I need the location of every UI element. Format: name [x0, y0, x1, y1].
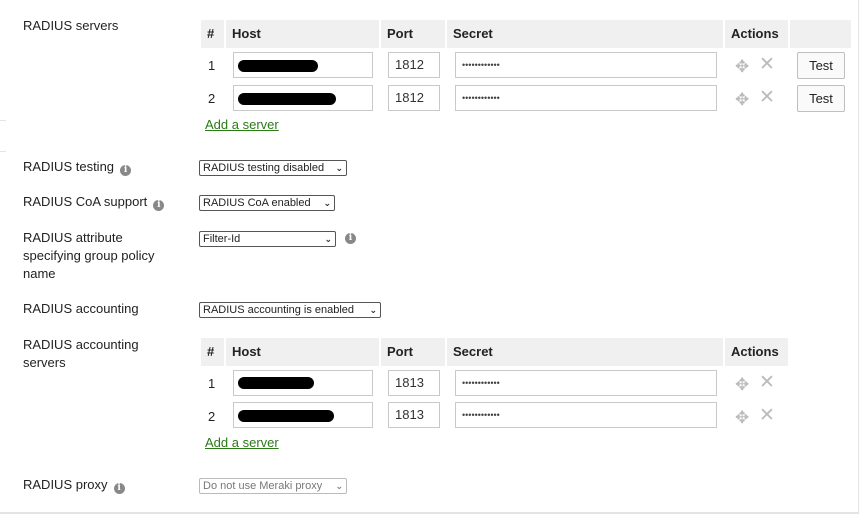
secret-input[interactable]: •••••••••••• [455, 402, 717, 428]
chevron-down-icon: ⌄ [324, 234, 332, 244]
radius-testing-select[interactable]: RADIUS testing disabled ⌄ [199, 160, 347, 176]
chevron-down-icon: ⌄ [335, 481, 343, 491]
move-icon[interactable]: ✥ [735, 91, 749, 108]
radius-attribute-label: RADIUS attribute specifying group policy… [23, 230, 155, 281]
host-input[interactable] [233, 370, 373, 396]
radius-accounting-select[interactable]: RADIUS accounting is enabled ⌄ [199, 302, 381, 318]
radius-coa-label: RADIUS CoA support i [23, 193, 183, 211]
col-secret-header: Secret [447, 20, 723, 48]
radius-proxy-text: RADIUS proxy [23, 477, 108, 492]
col-actions-header: Actions [725, 338, 788, 366]
radius-coa-text: RADIUS CoA support [23, 194, 148, 209]
close-icon[interactable]: ✕ [759, 373, 775, 392]
col-actions-header: Actions [725, 20, 788, 48]
secret-input[interactable]: •••••••••••• [455, 52, 717, 78]
radius-coa-value: RADIUS CoA enabled [203, 197, 311, 209]
secret-input[interactable]: •••••••••••• [455, 85, 717, 111]
row-number: 2 [208, 91, 216, 106]
radius-testing-text: RADIUS testing [23, 159, 115, 174]
port-input[interactable]: 1813 [388, 370, 440, 396]
accounting-servers-label: RADIUS accounting servers [23, 337, 139, 370]
host-input[interactable] [233, 52, 373, 78]
col-number-header: # [201, 20, 224, 48]
redacted-host [238, 60, 318, 72]
radius-proxy-label: RADIUS proxy i [23, 476, 183, 494]
row-number: 1 [208, 376, 216, 391]
redacted-host [238, 410, 334, 422]
info-icon[interactable]: i [345, 233, 356, 244]
test-button[interactable]: Test [797, 52, 845, 79]
col-port-header: Port [381, 20, 445, 48]
col-number-header: # [201, 338, 224, 366]
chevron-down-icon: ⌄ [335, 163, 343, 173]
radius-testing-value: RADIUS testing disabled [203, 162, 325, 174]
test-button[interactable]: Test [797, 85, 845, 112]
radius-attribute-select[interactable]: Filter-Id ⌄ [199, 231, 336, 247]
chevron-down-icon: ⌄ [323, 198, 331, 208]
col-test-header [790, 20, 851, 48]
radius-accounting-value: RADIUS accounting is enabled [203, 304, 355, 316]
close-icon[interactable]: ✕ [759, 55, 775, 74]
host-input[interactable] [233, 402, 373, 428]
host-input[interactable] [233, 85, 373, 111]
row-number: 2 [208, 409, 216, 424]
row-number: 1 [208, 58, 216, 73]
radius-accounting-label: RADIUS accounting [23, 301, 139, 316]
add-server-link[interactable]: Add a server [205, 435, 279, 450]
move-icon[interactable]: ✥ [735, 58, 749, 75]
port-input[interactable]: 1813 [388, 402, 440, 428]
radius-proxy-value: Do not use Meraki proxy [203, 480, 323, 492]
redacted-host [238, 93, 336, 105]
secret-input[interactable]: •••••••••••• [455, 370, 717, 396]
port-input[interactable]: 1812 [388, 52, 440, 78]
col-host-header: Host [226, 20, 379, 48]
move-icon[interactable]: ✥ [735, 376, 749, 393]
radius-coa-select[interactable]: RADIUS CoA enabled ⌄ [199, 195, 335, 211]
radius-testing-label: RADIUS testing i [23, 158, 183, 176]
info-icon[interactable]: i [153, 200, 165, 211]
col-secret-header: Secret [447, 338, 723, 366]
col-host-header: Host [226, 338, 379, 366]
radius-attribute-value: Filter-Id [203, 233, 241, 245]
close-icon[interactable]: ✕ [759, 406, 775, 425]
radius-proxy-select[interactable]: Do not use Meraki proxy ⌄ [199, 478, 347, 494]
move-icon[interactable]: ✥ [735, 409, 749, 426]
col-port-header: Port [381, 338, 445, 366]
info-icon[interactable]: i [113, 483, 125, 494]
redacted-host [238, 377, 314, 389]
add-server-link[interactable]: Add a server [205, 117, 279, 132]
chevron-down-icon: ⌄ [369, 305, 377, 315]
port-input[interactable]: 1812 [388, 85, 440, 111]
close-icon[interactable]: ✕ [759, 88, 775, 107]
info-icon[interactable]: i [120, 165, 132, 176]
radius-servers-label: RADIUS servers [23, 18, 119, 33]
